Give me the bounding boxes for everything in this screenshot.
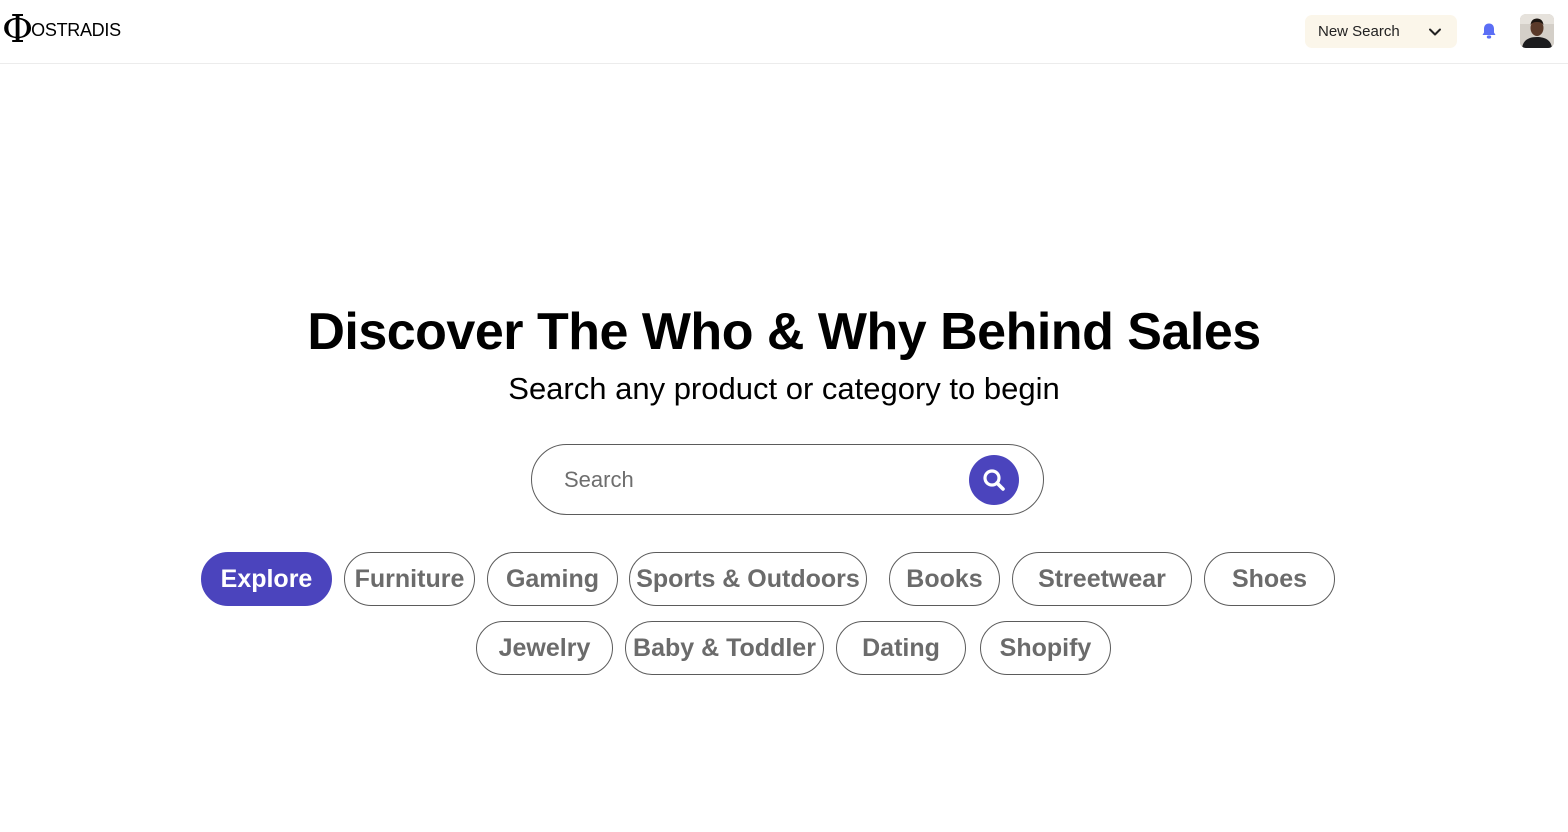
chip-streetwear[interactable]: Streetwear xyxy=(1012,552,1192,606)
logo-symbol: Φ xyxy=(2,7,34,51)
search-bar xyxy=(531,444,1044,515)
hero-title: Discover The Who & Why Behind Sales xyxy=(307,303,1261,361)
chip-baby-toddler[interactable]: Baby & Toddler xyxy=(625,621,824,675)
search-button[interactable] xyxy=(969,455,1019,505)
bell-icon[interactable] xyxy=(1479,21,1499,41)
chip-shoes[interactable]: Shoes xyxy=(1204,552,1335,606)
top-header: Φ OSTRADIS New Search xyxy=(0,0,1568,64)
user-avatar[interactable] xyxy=(1520,14,1554,48)
search-icon xyxy=(983,469,1005,491)
hero-subtitle: Search any product or category to begin xyxy=(508,371,1060,406)
chip-gaming[interactable]: Gaming xyxy=(487,552,618,606)
search-input[interactable] xyxy=(564,463,964,497)
logo-text: OSTRADIS xyxy=(31,20,121,40)
chip-books[interactable]: Books xyxy=(889,552,1000,606)
chip-jewelry[interactable]: Jewelry xyxy=(476,621,613,675)
app-logo[interactable]: Φ OSTRADIS xyxy=(2,8,121,48)
chip-explore[interactable]: Explore xyxy=(201,552,332,606)
chip-sports-outdoors[interactable]: Sports & Outdoors xyxy=(629,552,867,606)
chevron-down-icon xyxy=(1429,28,1441,35)
new-search-label: New Search xyxy=(1318,23,1400,40)
chip-furniture[interactable]: Furniture xyxy=(344,552,475,606)
chip-shopify[interactable]: Shopify xyxy=(980,621,1111,675)
new-search-dropdown[interactable]: New Search xyxy=(1305,15,1457,48)
chip-dating[interactable]: Dating xyxy=(836,621,966,675)
avatar-image xyxy=(1520,14,1554,48)
